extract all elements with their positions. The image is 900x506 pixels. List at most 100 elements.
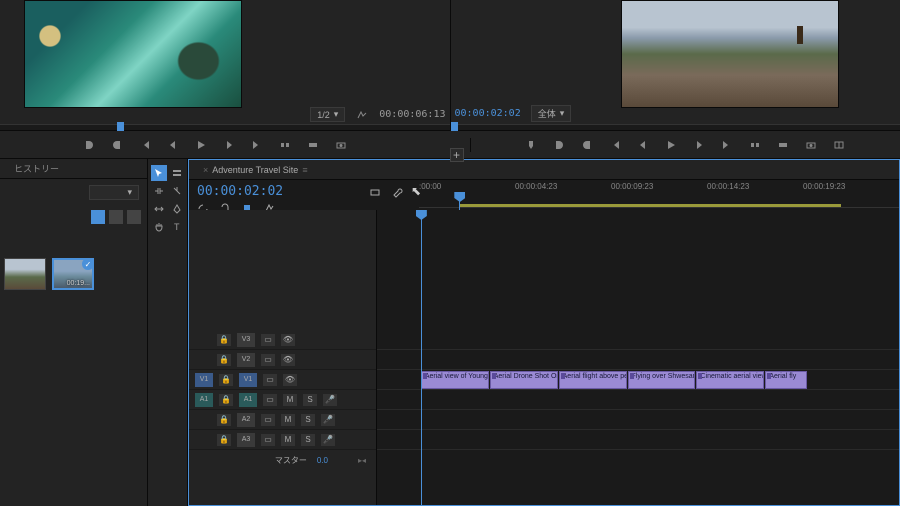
step-forward-button[interactable]: [222, 138, 236, 152]
track-label[interactable]: V3: [237, 333, 255, 347]
play-button[interactable]: [194, 138, 208, 152]
source-resolution-dropdown[interactable]: 1/2 ▾: [310, 107, 345, 122]
lock-icon[interactable]: 🔒: [217, 334, 231, 346]
go-to-out-button[interactable]: [250, 138, 264, 152]
master-track-row[interactable]: マスター 0.0 ▸◂: [189, 450, 376, 470]
track-header-a3[interactable]: 🔒 A3 ▭ M S 🎤: [189, 430, 376, 450]
track-header-v1[interactable]: V1 🔒 V1 ▭ 👁: [189, 370, 376, 390]
go-to-in-button[interactable]: [138, 138, 152, 152]
close-icon[interactable]: ×: [203, 165, 208, 175]
icon-view-button[interactable]: [91, 210, 105, 224]
track-label[interactable]: A3: [237, 433, 255, 447]
master-value[interactable]: 0.0: [317, 456, 328, 465]
type-tool[interactable]: T: [169, 219, 185, 235]
track-lane-v3[interactable]: [377, 330, 899, 350]
lock-icon[interactable]: 🔒: [219, 374, 233, 386]
track-header-a2[interactable]: 🔒 A2 ▭ M S 🎤: [189, 410, 376, 430]
track-lane-a3[interactable]: [377, 430, 899, 450]
source-patch-v1[interactable]: V1: [195, 373, 213, 387]
video-clip[interactable]: Aerial view of Young traveli: [421, 371, 489, 389]
track-select-tool[interactable]: [169, 165, 185, 181]
step-forward-button[interactable]: [692, 138, 706, 152]
program-monitor-image[interactable]: [621, 0, 839, 108]
hand-tool[interactable]: [151, 219, 167, 235]
solo-button[interactable]: S: [301, 414, 315, 426]
freeform-view-button[interactable]: [127, 210, 141, 224]
play-button[interactable]: [664, 138, 678, 152]
sync-lock-icon[interactable]: ▭: [261, 434, 275, 446]
work-area-bar[interactable]: [459, 204, 841, 207]
lock-icon[interactable]: 🔒: [217, 354, 231, 366]
mute-button[interactable]: M: [283, 394, 297, 406]
sync-lock-icon[interactable]: ▭: [261, 414, 275, 426]
wrench-icon[interactable]: [391, 186, 403, 198]
track-label[interactable]: A2: [237, 413, 255, 427]
panel-menu-icon[interactable]: ≡: [302, 165, 307, 175]
sync-lock-icon[interactable]: ▭: [261, 334, 275, 346]
track-label[interactable]: V2: [237, 353, 255, 367]
program-scrubber[interactable]: [451, 124, 900, 130]
track-label[interactable]: V1: [239, 373, 257, 387]
source-playhead[interactable]: [117, 122, 124, 131]
lock-icon[interactable]: 🔒: [217, 434, 231, 446]
lift-button[interactable]: [748, 138, 762, 152]
sync-lock-icon[interactable]: ▭: [263, 374, 277, 386]
extract-button[interactable]: [776, 138, 790, 152]
track-header-a1[interactable]: A1 🔒 A1 ▭ M S 🎤: [189, 390, 376, 410]
slip-tool[interactable]: [151, 201, 167, 217]
export-frame-button[interactable]: [804, 138, 818, 152]
eye-icon[interactable]: 👁: [281, 334, 295, 346]
mark-out-button[interactable]: [110, 138, 124, 152]
razor-tool[interactable]: [169, 183, 185, 199]
step-back-button[interactable]: [166, 138, 180, 152]
timeline-ruler[interactable]: :00:0000:00:04:2300:00:09:2300:00:14:230…: [419, 182, 899, 208]
lock-icon[interactable]: 🔒: [217, 414, 231, 426]
project-thumbnail[interactable]: [4, 258, 46, 290]
video-clip[interactable]: Aerial Drone Shot One Perso: [490, 371, 558, 389]
solo-button[interactable]: S: [301, 434, 315, 446]
ripple-edit-tool[interactable]: [151, 183, 167, 199]
list-view-button[interactable]: [109, 210, 123, 224]
program-playhead[interactable]: [451, 122, 458, 131]
add-marker-button[interactable]: [524, 138, 538, 152]
eye-icon[interactable]: 👁: [281, 354, 295, 366]
ruler-playhead[interactable]: [459, 192, 460, 210]
sync-lock-icon[interactable]: ▭: [261, 354, 275, 366]
eye-icon[interactable]: 👁: [283, 374, 297, 386]
mark-in-button[interactable]: [552, 138, 566, 152]
program-fit-dropdown[interactable]: 全体 ▾: [531, 105, 572, 122]
button-editor-button[interactable]: +: [450, 148, 464, 162]
voiceover-icon[interactable]: 🎤: [323, 394, 337, 406]
sequence-name[interactable]: Adventure Travel Site: [212, 165, 298, 175]
project-thumbnail-selected[interactable]: 00:19...: [52, 258, 94, 290]
selection-tool[interactable]: [151, 165, 167, 181]
mark-in-button[interactable]: [82, 138, 96, 152]
video-clip[interactable]: Cinematic aerial view of c: [696, 371, 764, 389]
insert-sequence-icon[interactable]: [369, 186, 381, 198]
track-lane-v2[interactable]: [377, 350, 899, 370]
comparison-view-button[interactable]: [832, 138, 846, 152]
go-to-out-button[interactable]: [720, 138, 734, 152]
go-to-in-button[interactable]: [608, 138, 622, 152]
track-header-v2[interactable]: 🔒 V2 ▭ 👁: [189, 350, 376, 370]
track-lane-a2[interactable]: [377, 410, 899, 430]
voiceover-icon[interactable]: 🎤: [321, 434, 335, 446]
project-filter-dropdown[interactable]: ▾: [89, 185, 139, 200]
track-content[interactable]: Aerial view of Young traveliAerial Drone…: [377, 210, 899, 505]
sync-lock-icon[interactable]: ▭: [263, 394, 277, 406]
track-lane-a1[interactable]: [377, 390, 899, 410]
mark-out-button[interactable]: [580, 138, 594, 152]
expand-icon[interactable]: ▸◂: [358, 456, 366, 465]
voiceover-icon[interactable]: 🎤: [321, 414, 335, 426]
source-scrubber[interactable]: [0, 124, 450, 130]
settings-icon[interactable]: [355, 108, 369, 122]
track-label[interactable]: A1: [239, 393, 257, 407]
track-lane-v1[interactable]: Aerial view of Young traveliAerial Drone…: [377, 370, 899, 390]
timeline-timecode[interactable]: 00:00:02:02: [197, 184, 361, 199]
source-monitor-image[interactable]: [24, 0, 242, 108]
lock-icon[interactable]: 🔒: [219, 394, 233, 406]
export-frame-button[interactable]: [334, 138, 348, 152]
video-clip[interactable]: Flying over Shwesandaw Pa: [628, 371, 696, 389]
overwrite-button[interactable]: [306, 138, 320, 152]
step-back-button[interactable]: [636, 138, 650, 152]
